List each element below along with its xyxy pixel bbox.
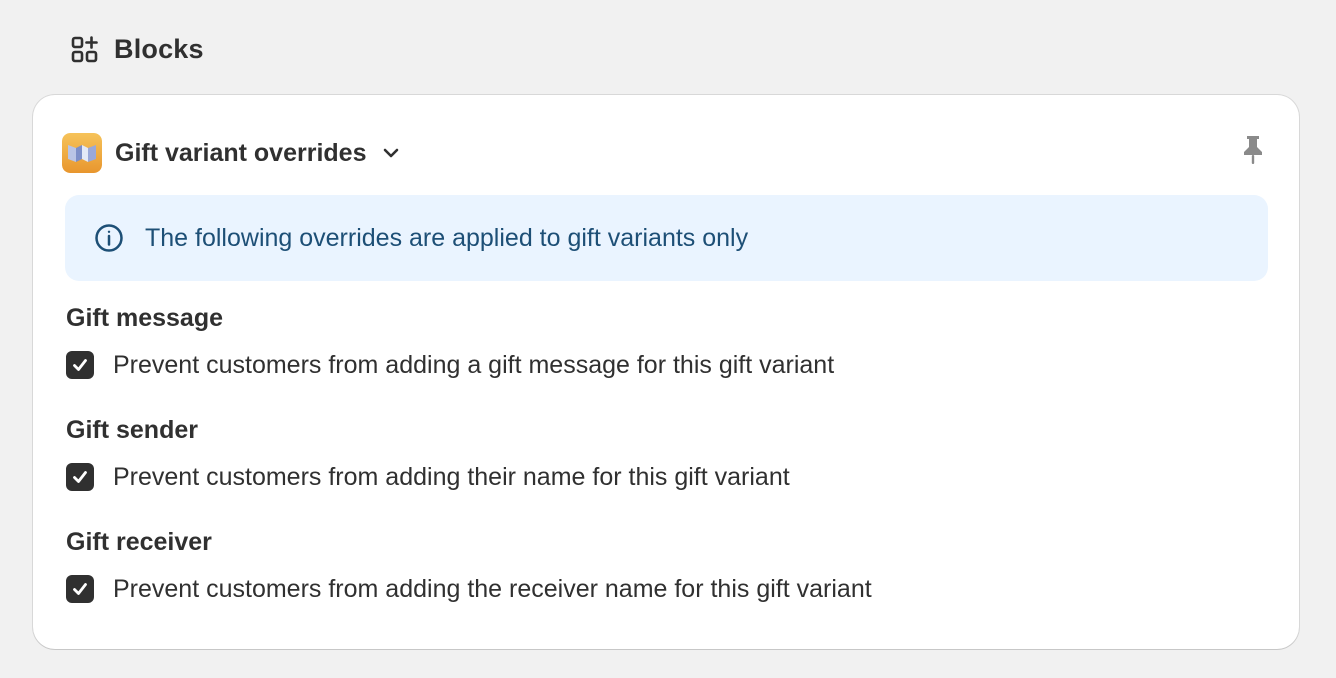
group-label: Gift sender bbox=[66, 416, 198, 444]
gift-message-checkbox[interactable] bbox=[66, 351, 94, 379]
checkbox-row[interactable]: Prevent customers from adding the receiv… bbox=[66, 573, 872, 605]
group-label: Gift message bbox=[66, 304, 224, 332]
app-logo bbox=[62, 133, 102, 173]
blocks-icon bbox=[70, 35, 100, 65]
banner-text: The following overrides are applied to g… bbox=[145, 223, 749, 252]
checkbox-row[interactable]: Prevent customers from adding their name… bbox=[66, 461, 790, 493]
gift-message-group: Gift message Prevent customers from addi… bbox=[66, 302, 834, 381]
checkbox-label[interactable]: Prevent customers from adding the receiv… bbox=[113, 575, 872, 604]
checkbox-row[interactable]: Prevent customers from adding a gift mes… bbox=[66, 349, 834, 381]
info-banner: The following overrides are applied to g… bbox=[65, 195, 1268, 281]
checkbox-label[interactable]: Prevent customers from adding their name… bbox=[113, 463, 790, 492]
group-label: Gift receiver bbox=[66, 528, 212, 556]
block-card: Gift variant overrides The following ove… bbox=[33, 95, 1299, 649]
gift-receiver-group: Gift receiver Prevent customers from add… bbox=[66, 526, 872, 605]
info-icon bbox=[93, 222, 125, 254]
chevron-down-icon[interactable] bbox=[380, 142, 402, 164]
block-title[interactable]: Gift variant overrides bbox=[115, 139, 366, 168]
gift-sender-checkbox[interactable] bbox=[66, 463, 94, 491]
gift-receiver-checkbox[interactable] bbox=[66, 575, 94, 603]
checkbox-label[interactable]: Prevent customers from adding a gift mes… bbox=[113, 351, 834, 380]
block-header: Gift variant overrides bbox=[62, 132, 1270, 174]
gift-sender-group: Gift sender Prevent customers from addin… bbox=[66, 414, 790, 493]
pin-icon[interactable] bbox=[1238, 132, 1268, 168]
section-title: Blocks bbox=[114, 34, 204, 64]
section-header: Blocks bbox=[70, 34, 204, 65]
